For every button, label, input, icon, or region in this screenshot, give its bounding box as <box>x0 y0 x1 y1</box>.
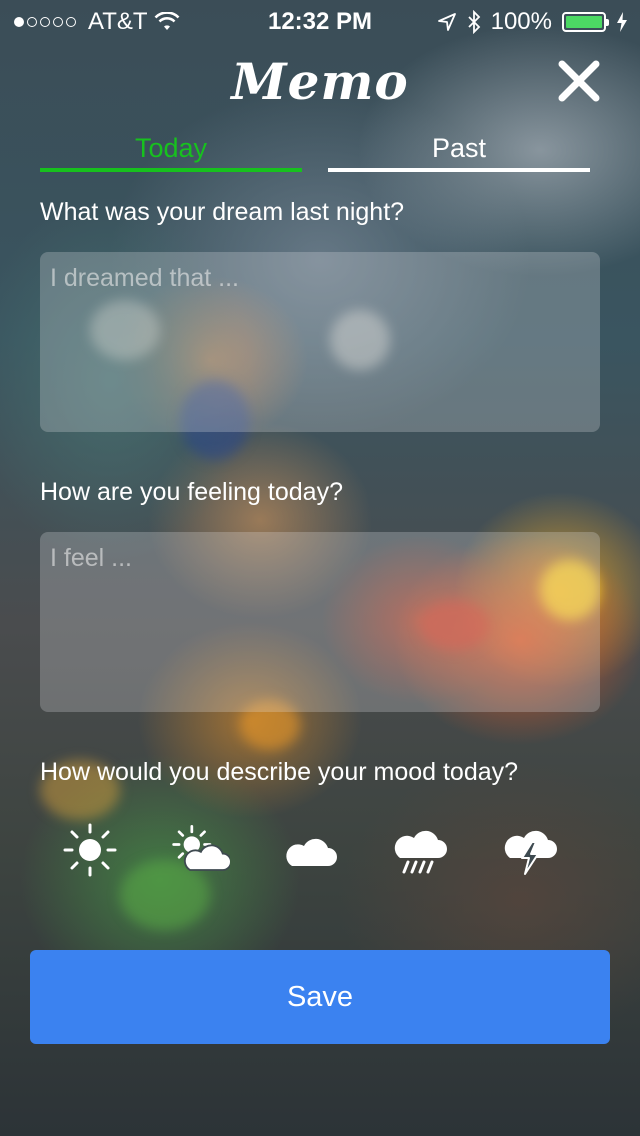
rainy-icon <box>394 830 447 874</box>
tab-today-label: Today <box>134 133 208 163</box>
dream-question-label: What was your dream last night? <box>40 198 405 226</box>
tab-past[interactable]: Past <box>328 130 590 172</box>
tab-bar: Today Past <box>40 130 590 174</box>
bluetooth-icon <box>467 10 480 34</box>
mood-rainy-button[interactable] <box>390 820 450 880</box>
mood-thunderstorm-button[interactable] <box>500 820 560 880</box>
save-button[interactable]: Save <box>30 950 610 1044</box>
tab-past-indicator <box>328 168 590 172</box>
mood-partly-cloudy-button[interactable] <box>170 820 230 880</box>
mood-selector <box>60 820 560 880</box>
location-arrow-icon <box>437 13 456 31</box>
page-title: Memo <box>231 52 409 111</box>
sunny-icon <box>63 823 117 877</box>
dream-input[interactable] <box>40 252 600 432</box>
feeling-question-label: How are you feeling today? <box>40 478 343 506</box>
charging-bolt-icon <box>617 12 627 32</box>
tab-today-indicator <box>40 168 302 172</box>
mood-sunny-button[interactable] <box>60 820 120 880</box>
tab-past-label: Past <box>431 133 487 163</box>
battery-icon <box>562 12 609 32</box>
close-icon[interactable] <box>556 58 602 104</box>
cloudy-icon <box>286 838 337 866</box>
feeling-input[interactable] <box>40 532 600 712</box>
mood-question-label: How would you describe your mood today? <box>40 758 519 786</box>
mood-cloudy-button[interactable] <box>280 820 340 880</box>
status-bar: AT&T 12:32 PM 100% <box>0 0 640 40</box>
thunderstorm-icon <box>504 830 557 875</box>
partly-cloudy-icon <box>172 825 230 871</box>
battery-percent: 100% <box>490 8 552 35</box>
tab-today[interactable]: Today <box>40 130 302 172</box>
